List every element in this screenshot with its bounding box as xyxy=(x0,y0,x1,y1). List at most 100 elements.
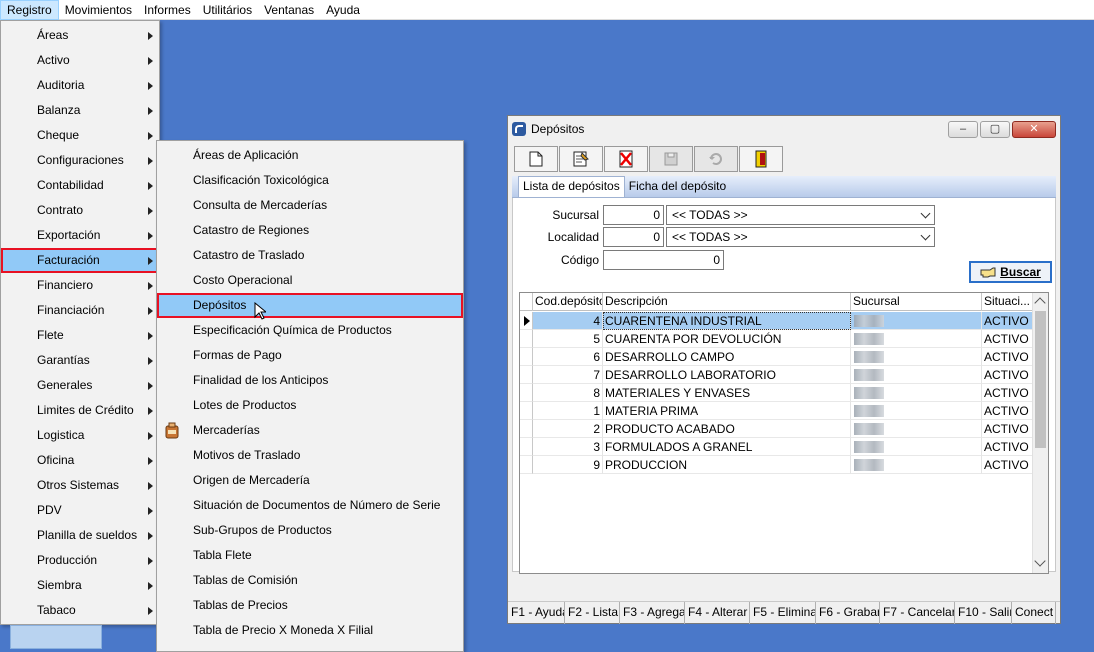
tab-lista[interactable]: Lista de depósitos xyxy=(518,176,625,197)
submenu-item[interactable]: Catastro de Traslado xyxy=(157,243,463,268)
submenu-item-label: Especificación Química de Productos xyxy=(193,323,392,337)
table-row[interactable]: 9 PRODUCCION ACTIVO xyxy=(520,456,1033,474)
submenu-item[interactable]: Tabla Flete xyxy=(157,543,463,568)
table-row[interactable]: 8 MATERIALES Y ENVASES ACTIVO xyxy=(520,384,1033,402)
submenu-item-label: Origen de Mercadería xyxy=(193,473,310,487)
redacted-value xyxy=(854,369,884,381)
menu-item[interactable]: Planilla de sueldos xyxy=(1,523,159,548)
menu-item[interactable]: Garantías xyxy=(1,348,159,373)
edit-button[interactable] xyxy=(559,146,603,172)
grid-scrollbar[interactable] xyxy=(1032,293,1048,573)
menu-item[interactable]: Áreas xyxy=(1,23,159,48)
window-titlebar[interactable]: Depósitos – ▢ ✕ xyxy=(508,116,1060,142)
table-row[interactable]: 4 CUARENTENA INDUSTRIAL ACTIVO xyxy=(520,312,1033,330)
submenu-item[interactable]: Tablas de Comisión xyxy=(157,568,463,593)
exit-button[interactable] xyxy=(739,146,783,172)
menu-item[interactable]: Exportación xyxy=(1,223,159,248)
row-indicator xyxy=(520,402,533,420)
menu-item[interactable]: Flete xyxy=(1,323,159,348)
delete-button[interactable] xyxy=(604,146,648,172)
scroll-thumb[interactable] xyxy=(1035,311,1046,448)
submenu-item[interactable]: Clasificación Toxicológica xyxy=(157,168,463,193)
buscar-label: Buscar xyxy=(1000,265,1041,279)
submenu-item[interactable]: Áreas de Aplicación xyxy=(157,143,463,168)
localidad-code-input[interactable]: 0 xyxy=(603,227,664,247)
submenu-item[interactable]: Motivos de Traslado xyxy=(157,443,463,468)
submenu-item[interactable]: Especificación Química de Productos xyxy=(157,318,463,343)
menu-item[interactable]: Financiación xyxy=(1,298,159,323)
sucursal-select[interactable]: << TODAS >> xyxy=(666,205,935,225)
col-situacion[interactable]: Situaci... xyxy=(982,293,1033,311)
menu-item[interactable]: Producción xyxy=(1,548,159,573)
table-row[interactable]: 5 CUARENTA POR DEVOLUCIÓN ACTIVO xyxy=(520,330,1033,348)
menu-item[interactable]: PDV xyxy=(1,498,159,523)
cell-sucursal xyxy=(851,456,982,474)
list-panel: Sucursal 0 << TODAS >> Localidad 0 << TO… xyxy=(512,198,1056,574)
submenu-item[interactable]: Tablas de Precios xyxy=(157,593,463,618)
menubar-item-1[interactable]: Movimientos xyxy=(59,0,138,20)
menu-item[interactable]: Limites de Crédito xyxy=(1,398,159,423)
undo-icon xyxy=(709,153,722,165)
menu-item[interactable]: Financiero xyxy=(1,273,159,298)
menu-item[interactable]: Auditoria xyxy=(1,73,159,98)
submenu-item-label: Depósitos xyxy=(193,298,247,312)
submenu-item[interactable]: Lotes de Productos xyxy=(157,393,463,418)
buscar-button[interactable]: Buscar xyxy=(969,261,1052,283)
menu-item[interactable]: Activo xyxy=(1,48,159,73)
tab-ficha[interactable]: Ficha del depósito xyxy=(625,177,730,197)
table-row[interactable]: 7 DESARROLLO LABORATORIO ACTIVO xyxy=(520,366,1033,384)
submenu-item-label: Catastro de Traslado xyxy=(193,248,305,262)
scroll-down-icon[interactable] xyxy=(1034,555,1046,567)
table-row[interactable]: 3 FORMULADOS A GRANEL ACTIVO xyxy=(520,438,1033,456)
menu-item[interactable]: Cheque xyxy=(1,123,159,148)
table-row[interactable]: 6 DESARROLLO CAMPO ACTIVO xyxy=(520,348,1033,366)
submenu-item[interactable]: Finalidad de los Anticipos xyxy=(157,368,463,393)
menubar-item-0[interactable]: Registro xyxy=(0,0,59,20)
menu-item[interactable]: Facturación xyxy=(1,248,159,273)
scroll-up-icon[interactable] xyxy=(1034,297,1046,309)
submenu-item[interactable]: Tabla de Precio X Moneda X Filial xyxy=(157,618,463,643)
table-row[interactable]: 1 MATERIA PRIMA ACTIVO xyxy=(520,402,1033,420)
menu-item[interactable]: Generales xyxy=(1,373,159,398)
menu-item[interactable]: Tabaco xyxy=(1,598,159,623)
menubar-item-5[interactable]: Ayuda xyxy=(320,0,366,20)
maximize-button[interactable]: ▢ xyxy=(980,120,1010,138)
menu-item[interactable]: Oficina xyxy=(1,448,159,473)
sucursal-code-input[interactable]: 0 xyxy=(603,205,664,225)
minimize-button[interactable]: – xyxy=(948,120,978,138)
cell-sucursal xyxy=(851,312,982,330)
submenu-item[interactable]: Situación de Documentos de Número de Ser… xyxy=(157,493,463,518)
cell-description: MATERIALES Y ENVASES xyxy=(603,384,851,402)
menubar-item-4[interactable]: Ventanas xyxy=(258,0,320,20)
submenu-item[interactable]: Formas de Pago xyxy=(157,343,463,368)
codigo-input[interactable]: 0 xyxy=(603,250,724,270)
submenu-item[interactable]: Consulta de Mercaderías xyxy=(157,193,463,218)
close-button[interactable]: ✕ xyxy=(1012,120,1056,138)
table-row[interactable]: 2 PRODUCTO ACABADO ACTIVO xyxy=(520,420,1033,438)
taskbar-button[interactable] xyxy=(10,625,102,649)
new-button[interactable] xyxy=(514,146,558,172)
submenu-item[interactable]: Costo Operacional xyxy=(157,268,463,293)
menu-item[interactable]: Contabilidad xyxy=(1,173,159,198)
menu-item[interactable]: Balanza xyxy=(1,98,159,123)
menu-item[interactable]: Configuraciones xyxy=(1,148,159,173)
menu-item[interactable]: Logistica xyxy=(1,423,159,448)
col-sucursal[interactable]: Sucursal xyxy=(851,293,982,311)
submenu-item[interactable]: Catastro de Regiones xyxy=(157,218,463,243)
localidad-select[interactable]: << TODAS >> xyxy=(666,227,935,247)
submenu-item-label: Mercaderías xyxy=(193,423,260,437)
depositos-grid[interactable]: Cod.depósito Descripción Sucursal Situac… xyxy=(519,292,1049,574)
undo-button[interactable] xyxy=(694,146,738,172)
menu-item[interactable]: Otros Sistemas xyxy=(1,473,159,498)
save-button[interactable] xyxy=(649,146,693,172)
menu-item[interactable]: Siembra xyxy=(1,573,159,598)
menu-item[interactable]: Contrato xyxy=(1,198,159,223)
submenu-item[interactable]: Mercaderías xyxy=(157,418,463,443)
submenu-item[interactable]: Origen de Mercadería xyxy=(157,468,463,493)
menubar-item-3[interactable]: Utilitários xyxy=(197,0,258,20)
col-cod-deposito[interactable]: Cod.depósito xyxy=(533,293,603,311)
col-descripcion[interactable]: Descripción xyxy=(603,293,851,311)
submenu-item[interactable]: Depósitos xyxy=(157,293,463,320)
menubar-item-2[interactable]: Informes xyxy=(138,0,197,20)
submenu-item[interactable]: Sub-Grupos de Productos xyxy=(157,518,463,543)
